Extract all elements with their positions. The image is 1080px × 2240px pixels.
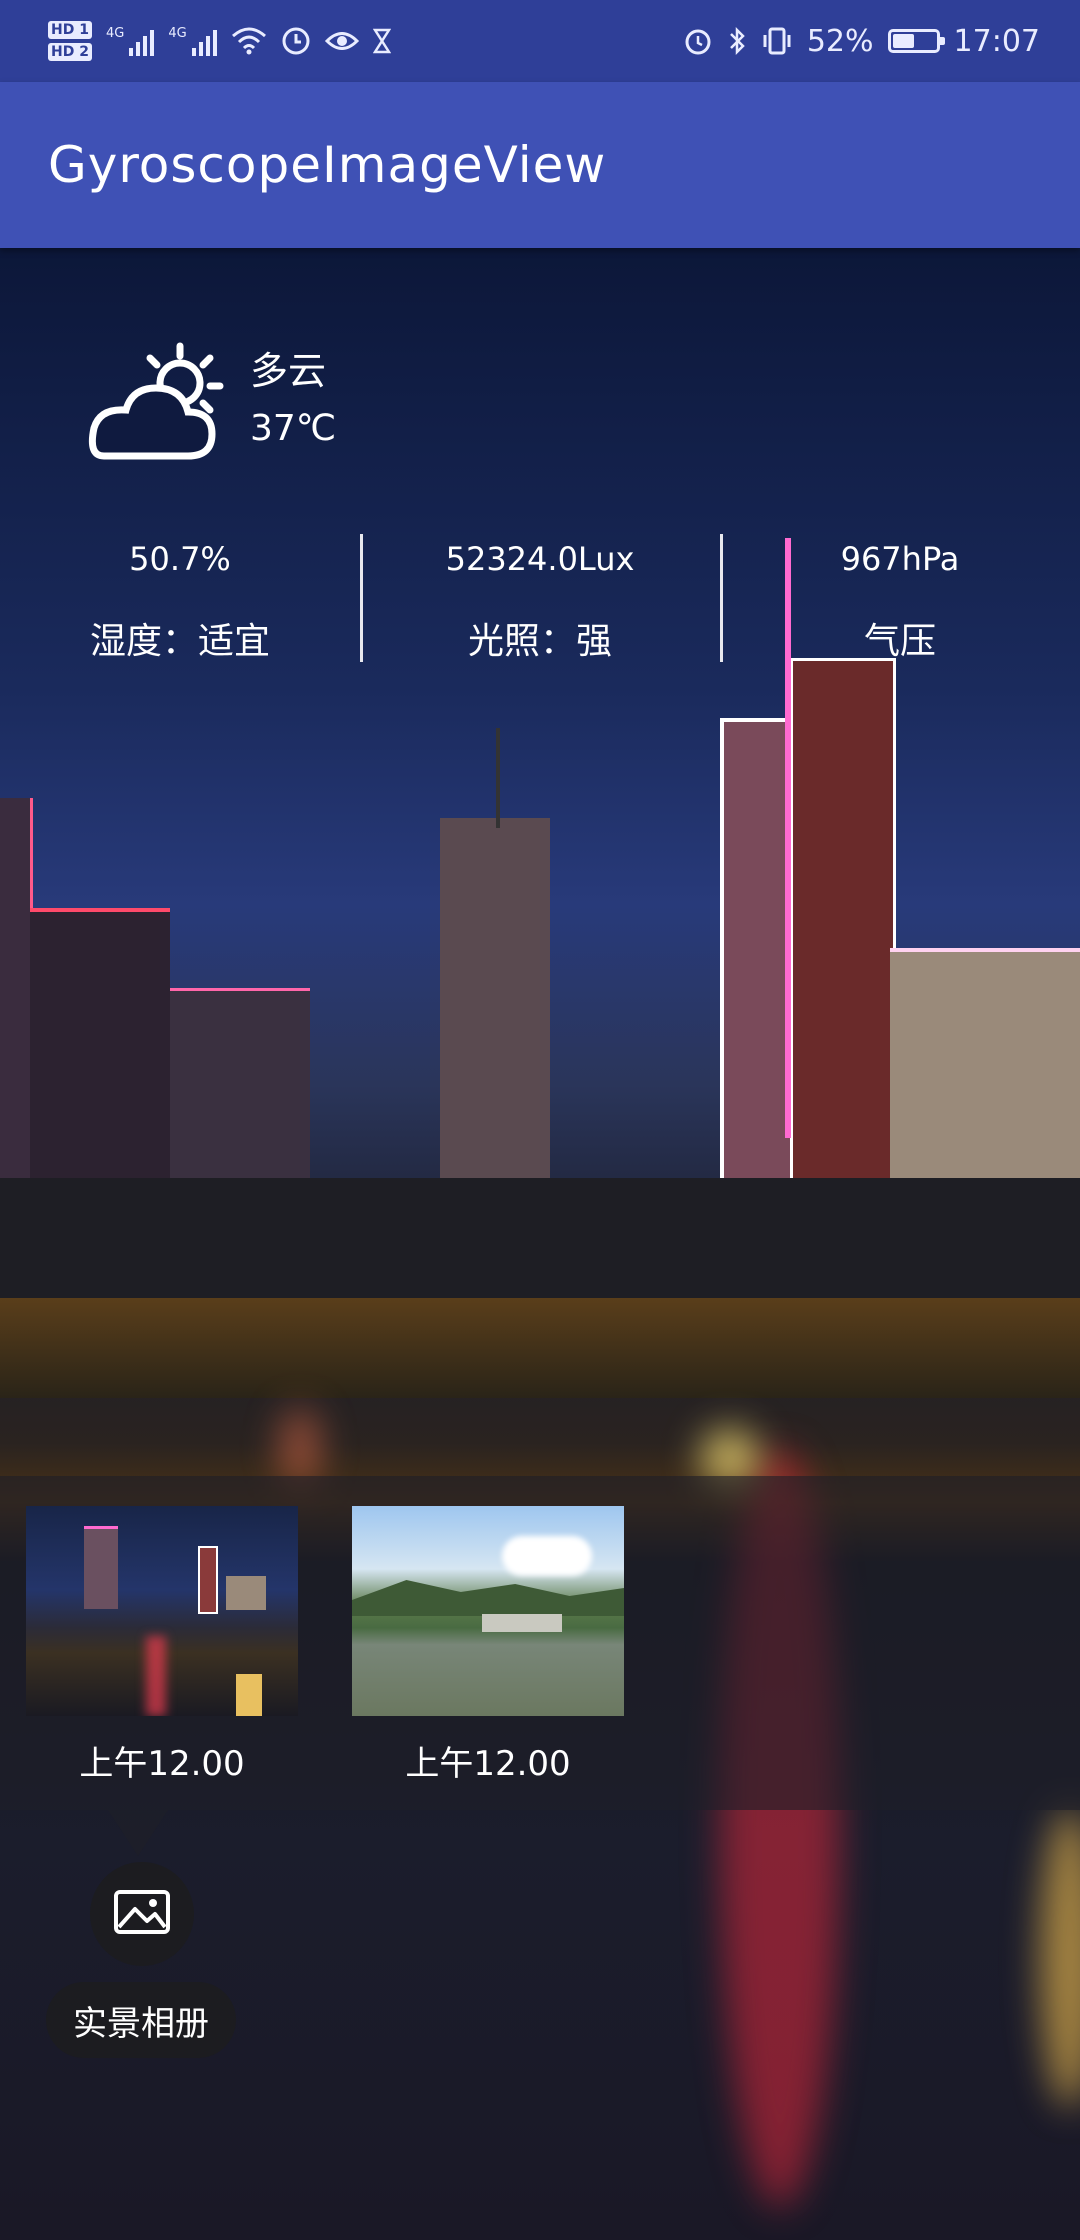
building [720,718,794,1182]
riverbank [0,1298,1080,1398]
data-saver-icon [281,26,311,56]
album-button[interactable] [90,1862,194,1966]
sim2-label: HD 2 [48,43,92,61]
partly-cloudy-icon [70,338,230,468]
thumb-reflection [146,1636,166,1716]
album-time: 上午12.00 [79,1744,245,1784]
building [890,948,1080,1182]
light-label: 光照：强 [467,621,612,662]
building [0,798,33,1198]
thumb-building [482,1614,562,1632]
building [0,1178,1080,1298]
status-left: HD 1 HD 2 4G 4G [48,21,391,61]
vibrate-icon [761,26,793,56]
album-thumbnail[interactable] [26,1506,298,1716]
humidity-stat: 50.7% 湿度：适宜 [0,530,360,666]
album-thumbnail[interactable] [352,1506,624,1716]
bluetooth-icon [727,26,747,56]
sensor-stats: 50.7% 湿度：适宜 52324.0Lux 光照：强 967hPa 气压 [0,530,1080,666]
pressure-label: 气压 [863,621,936,662]
pressure-stat: 967hPa 气压 [720,530,1080,666]
thumb-building [198,1546,218,1614]
humidity-label: 湿度：适宜 [89,621,270,662]
thumb-light [236,1674,262,1716]
wifi-icon [231,26,267,56]
temperature: 37℃ [250,408,337,449]
battery-fill [892,34,915,48]
building [30,908,170,1212]
image-icon [113,1889,171,1939]
sim1-label: HD 1 [48,21,92,39]
app-title: GyroscopeImageView [48,136,607,194]
light-stat: 52324.0Lux 光照：强 [360,530,720,666]
building [790,658,896,1184]
album-pointer [108,1810,168,1856]
building [170,988,310,1191]
battery-icon [887,29,945,53]
album-label[interactable]: 实景相册 [46,1982,236,2058]
status-bar: HD 1 HD 2 4G 4G 52% 17:07 [0,0,1080,82]
app-bar: GyroscopeImageView [0,82,1080,248]
building [496,728,500,828]
thumb-cloud [502,1536,592,1576]
album-item[interactable]: 上午12.00 [352,1506,624,1810]
light-reflection [1040,1808,1080,2108]
status-right: 52% 17:07 [683,24,1040,59]
building [440,818,550,1198]
album-time: 上午12.00 [405,1744,571,1784]
pressure-value: 967hPa [840,540,960,578]
battery-percent: 52% [806,23,874,59]
network2-label: 4G [168,26,187,41]
hourglass-icon [372,28,391,54]
album-strip: 上午12.00 上午12.00 [0,1476,1080,1810]
eye-comfort-icon [324,28,359,54]
thumb-building [226,1576,266,1610]
album-item[interactable]: 上午12.00 [26,1506,298,1810]
humidity-value: 50.7% [129,540,231,578]
hd-icon: HD 1 HD 2 [48,21,92,61]
clock: 17:07 [953,23,1040,59]
thumb-mountain [352,1580,624,1616]
signal-icon: 4G [105,26,155,56]
thumb-building [84,1526,118,1609]
alarm-icon [683,26,713,56]
network1-label: 4G [105,26,125,41]
weather-condition: 多云 [250,349,327,393]
signal-icon: 4G [168,26,217,56]
light-value: 52324.0Lux [445,540,635,578]
